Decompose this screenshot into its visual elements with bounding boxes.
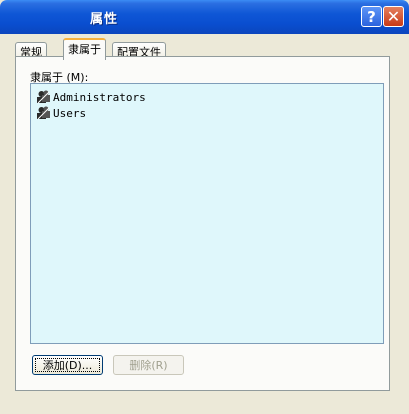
remove-button[interactable]: 删除(R) <box>113 355 184 375</box>
group-icon <box>37 106 50 120</box>
title-bar[interactable]: 属性 ? ✕ <box>0 0 409 34</box>
list-item[interactable]: Administrators <box>36 89 146 105</box>
list-item[interactable]: Users <box>36 105 86 121</box>
group-icon <box>37 90 50 104</box>
properties-window: 属性 ? ✕ 常规 隶属于 配置文件 隶属于 (M): Administrato… <box>0 0 409 414</box>
tab-member-of[interactable]: 隶属于 <box>63 38 106 60</box>
help-button[interactable]: ? <box>361 6 382 27</box>
tab-member-of-label: 隶属于 <box>68 43 101 56</box>
list-item-label: Administrators <box>53 90 146 104</box>
list-item-label: Users <box>53 106 87 120</box>
question-mark-icon: ? <box>367 7 376 26</box>
add-button[interactable]: 添加(D)... <box>32 355 103 375</box>
member-of-list[interactable]: Administrators Users <box>30 83 384 344</box>
close-button[interactable]: ✕ <box>383 6 404 27</box>
close-icon: ✕ <box>386 7 401 26</box>
window-title: 属性 <box>90 12 119 27</box>
